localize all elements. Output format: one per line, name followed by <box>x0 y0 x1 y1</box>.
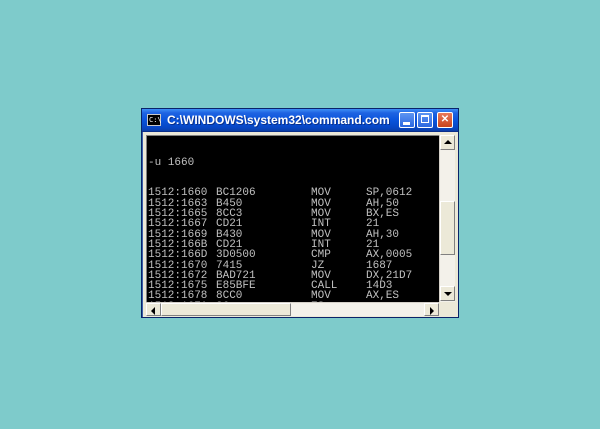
command-text: -u 1660 <box>148 156 195 169</box>
command-prompt-icon[interactable]: C:\ <box>147 114 162 126</box>
horizontal-scroll-thumb[interactable] <box>161 303 291 316</box>
console-lines: -u 1660 1512:1660 BC1206 MOV SP,0612 1512:16… <box>148 137 436 302</box>
resize-grip[interactable] <box>439 302 455 316</box>
horizontal-scrollbar[interactable] <box>146 302 439 316</box>
arrow-down-icon <box>444 292 452 296</box>
scroll-right-button[interactable] <box>424 303 439 316</box>
console-window[interactable]: C:\ C:\WINDOWS\system32\command.com ✕ -u… <box>141 108 459 318</box>
maximize-button[interactable] <box>417 112 433 128</box>
arrow-right-icon <box>430 307 434 315</box>
vertical-scrollbar[interactable] <box>439 135 455 302</box>
minimize-icon <box>403 122 410 125</box>
window-title: C:\WINDOWS\system32\command.com <box>167 113 390 127</box>
console-output[interactable]: -u 1660 1512:1660 BC1206 MOV SP,0612 1512:16… <box>146 135 439 302</box>
scroll-left-button[interactable] <box>146 303 161 316</box>
arrow-up-icon <box>444 140 452 144</box>
operand-cell: AX,ES <box>366 290 400 302</box>
close-button[interactable]: ✕ <box>437 112 453 128</box>
title-bar[interactable]: C:\ C:\WINDOWS\system32\command.com ✕ <box>142 109 458 132</box>
hex-bytes-cell: 8CC0 <box>216 290 243 302</box>
scroll-up-button[interactable] <box>440 135 455 150</box>
maximize-icon <box>421 115 429 123</box>
close-icon: ✕ <box>440 114 450 125</box>
scroll-down-button[interactable] <box>440 286 455 301</box>
minimize-button[interactable] <box>399 112 415 128</box>
arrow-left-icon <box>151 307 155 315</box>
command-line: -u 1660 <box>148 156 436 169</box>
vertical-scroll-thumb[interactable] <box>440 201 455 255</box>
